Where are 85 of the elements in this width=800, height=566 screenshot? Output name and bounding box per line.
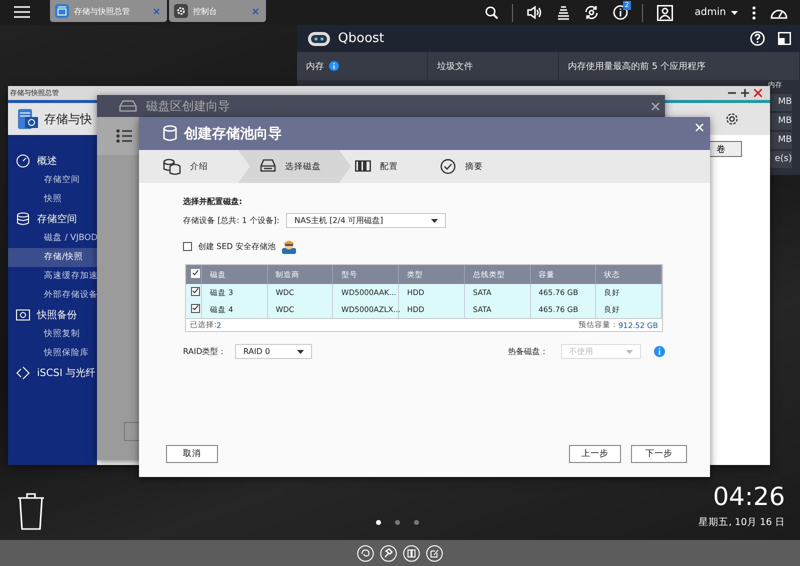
sidebar-item[interactable]: 外部存储设备 <box>8 286 97 305</box>
app-title: 存储与快 <box>44 110 92 128</box>
close-icon[interactable] <box>651 102 660 110</box>
user-menu[interactable]: admin <box>694 7 738 18</box>
settings-icon[interactable] <box>724 111 740 127</box>
search-icon[interactable] <box>484 6 498 19</box>
list-icon[interactable] <box>116 129 132 143</box>
sidebar-item[interactable]: 磁盘 / VJBOD <box>8 229 97 248</box>
camera-icon <box>16 308 30 322</box>
checkbox[interactable] <box>183 242 192 250</box>
more-icon[interactable] <box>752 6 756 20</box>
table-cell: MB <box>768 113 792 130</box>
stack-icon[interactable] <box>556 6 570 20</box>
sidebar-group[interactable]: 快照备份 <box>8 305 97 325</box>
column-header: 垃圾文件 <box>437 60 473 72</box>
page-dot[interactable] <box>414 520 419 525</box>
swirl-icon[interactable] <box>357 544 374 562</box>
sidebar-group[interactable]: 存储空间 <box>8 209 97 229</box>
maximize-icon[interactable] <box>741 89 749 97</box>
user-icon[interactable] <box>656 4 673 20</box>
checkbox-label: 创建 SED 安全存储池 <box>198 240 276 252</box>
window-icon[interactable] <box>778 32 791 45</box>
check-circle-icon <box>440 158 456 175</box>
field-label: RAID类型： <box>183 346 226 357</box>
drive-icon <box>119 100 137 112</box>
column-header: 内存 <box>306 60 324 72</box>
wizard-step[interactable]: 选择磁盘 <box>238 150 351 183</box>
panel-title: Qboost <box>338 31 384 46</box>
gear-icon <box>174 4 188 18</box>
column-header: 内存使用量最高的前 5 个应用程序 <box>568 60 706 72</box>
minimize-icon[interactable] <box>728 89 736 97</box>
sidebar-item[interactable]: 存储空间 <box>8 171 97 190</box>
storage-app-icon <box>55 4 69 18</box>
clock-time: 04:26 <box>712 482 785 512</box>
caret-icon <box>731 10 738 14</box>
book-icon[interactable] <box>403 544 420 562</box>
edit-icon[interactable] <box>426 544 443 562</box>
wizard-step[interactable]: 配置 <box>351 150 428 183</box>
caret-icon <box>431 218 438 222</box>
gauge-icon <box>16 154 30 168</box>
page-dot[interactable] <box>395 520 400 525</box>
checkbox[interactable] <box>191 287 200 296</box>
clock-date: 星期五, 10月 16 日 <box>698 516 785 529</box>
storage-app-icon <box>18 109 38 129</box>
caret-icon <box>297 350 304 354</box>
sidebar-item[interactable]: 快照复制 <box>8 325 97 344</box>
dialog-title: 创建存储池向导 <box>184 124 282 142</box>
close-icon[interactable] <box>754 89 762 97</box>
field-label: 热备磁盘： <box>508 346 548 357</box>
sidebar-item[interactable]: 存储/快照 <box>8 248 97 267</box>
database-icon <box>163 125 177 142</box>
database-icon <box>16 212 30 226</box>
person-icon <box>281 238 298 254</box>
robot-icon <box>307 30 331 46</box>
caret-icon <box>626 350 633 354</box>
trash-icon[interactable] <box>17 492 45 530</box>
sidebar-group[interactable]: 概述 <box>8 151 97 171</box>
info-icon[interactable] <box>612 5 628 20</box>
sidebar-item[interactable]: 高速缓存加速 <box>8 267 97 286</box>
next-button[interactable]: 下一步 <box>631 445 687 463</box>
wizard-step[interactable]: 介绍 <box>139 150 238 183</box>
dropdown[interactable]: NAS主机 [2/4 可用磁盘] <box>286 213 446 228</box>
help-icon[interactable] <box>750 31 765 46</box>
sidebar-group[interactable]: iSCSI 与光纤 <box>8 363 97 383</box>
page-dot[interactable] <box>376 520 381 525</box>
sync-icon[interactable] <box>584 5 599 20</box>
table-cell: MB <box>768 132 792 149</box>
cylinders-icon <box>163 158 181 175</box>
dropdown[interactable]: RAID 0 <box>235 344 312 359</box>
hammer-icon[interactable] <box>380 544 397 562</box>
checkbox[interactable] <box>191 304 200 313</box>
sidebar-item[interactable]: 快照 <box>8 190 97 209</box>
info-icon[interactable] <box>329 61 339 71</box>
dialog-title: 磁盘区创建向导 <box>146 98 230 114</box>
table-cell: MB <box>768 94 792 111</box>
sidebar-item[interactable]: 快照保险库 <box>8 344 97 363</box>
menu-icon[interactable] <box>14 6 30 18</box>
table-cell: e(s) <box>768 151 792 168</box>
back-button[interactable]: 上一步 <box>569 445 621 463</box>
section-title: 选择并配置磁盘: <box>183 196 244 207</box>
field-label: 存储设备 [总共: 1 个设备]: <box>183 215 280 226</box>
wizard-step[interactable]: 摘要 <box>428 150 495 183</box>
speaker-icon[interactable] <box>526 6 543 19</box>
diamond-icon <box>16 366 30 380</box>
cancel-button[interactable]: 取消 <box>166 445 218 463</box>
